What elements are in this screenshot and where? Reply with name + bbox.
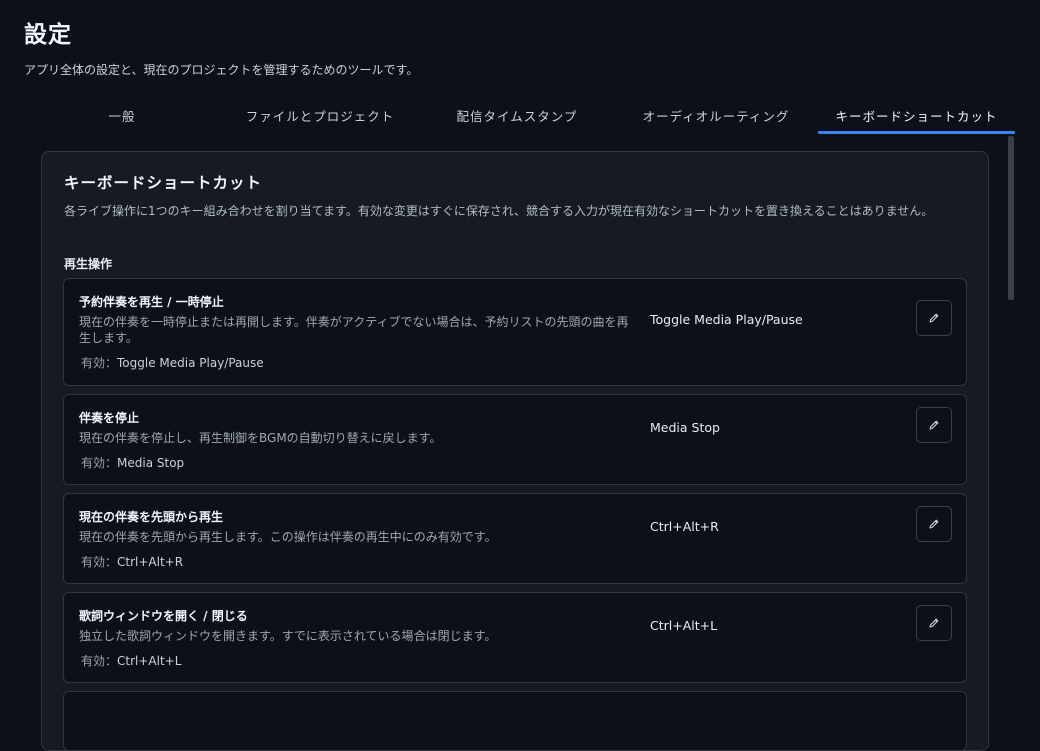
- active-value: Media Stop: [117, 456, 185, 470]
- shortcut-item-play-pause: 予約伴奏を再生 / 一時停止 現在の伴奏を一時停止または再開します。伴奏がアクテ…: [63, 278, 967, 386]
- pencil-icon: [929, 618, 939, 628]
- edit-shortcut-button[interactable]: [916, 605, 952, 641]
- shortcut-item-next: [63, 691, 967, 751]
- tab-keyboard-shortcuts[interactable]: キーボードショートカット: [818, 96, 1015, 134]
- shortcut-active-binding: 有効：Media Stop: [81, 454, 184, 471]
- shortcut-item-stop: 伴奏を停止 現在の伴奏を停止し、再生制御をBGMの自動切り替えに戻します。 有効…: [63, 394, 967, 485]
- shortcut-active-binding: 有効：Toggle Media Play/Pause: [81, 354, 264, 371]
- scrollbar-thumb[interactable]: [1008, 136, 1014, 300]
- active-value: Toggle Media Play/Pause: [117, 356, 264, 370]
- shortcut-name: 予約伴奏を再生 / 一時停止: [79, 295, 224, 309]
- shortcut-key: Ctrl+Alt+L: [650, 618, 718, 633]
- pencil-icon: [929, 519, 939, 529]
- active-prefix: 有効：: [81, 356, 118, 370]
- shortcut-description: 独立した歌詞ウィンドウを開きます。すでに表示されている場合は閉じます。: [79, 629, 497, 643]
- edit-shortcut-button[interactable]: [916, 506, 952, 542]
- shortcuts-panel: キーボードショートカット 各ライブ操作に1つのキー組み合わせを割り当てます。有効…: [41, 151, 989, 751]
- shortcut-description: 現在の伴奏を一時停止または再開します。伴奏がアクティブでない場合は、予約リストの…: [79, 315, 629, 345]
- pencil-icon: [929, 313, 939, 323]
- active-prefix: 有効：: [81, 654, 118, 668]
- page-title: 設定: [24, 22, 72, 48]
- tab-audio-routing[interactable]: オーディオルーティング: [614, 96, 818, 134]
- shortcut-active-binding: 有効：Ctrl+Alt+L: [81, 652, 181, 669]
- settings-tabs: 一般 ファイルとプロジェクト 配信タイムスタンプ オーディオルーティング キーボ…: [24, 96, 1016, 134]
- edit-shortcut-button[interactable]: [916, 300, 952, 336]
- tab-stream-timestamps[interactable]: 配信タイムスタンプ: [420, 96, 614, 134]
- shortcut-active-binding: 有効：Ctrl+Alt+R: [81, 553, 183, 570]
- panel-description: 各ライブ操作に1つのキー組み合わせを割り当てます。有効な変更はすぐに保存され、競…: [64, 204, 934, 218]
- scrollbar[interactable]: [1008, 134, 1014, 720]
- active-prefix: 有効：: [81, 555, 118, 569]
- shortcut-description: 現在の伴奏を先頭から再生します。この操作は伴奏の再生中にのみ有効です。: [79, 530, 497, 544]
- shortcut-item-restart: 現在の伴奏を先頭から再生 現在の伴奏を先頭から再生します。この操作は伴奏の再生中…: [63, 493, 967, 584]
- active-prefix: 有効：: [81, 456, 118, 470]
- pencil-icon: [929, 420, 939, 430]
- shortcut-name: 歌詞ウィンドウを開く / 閉じる: [79, 609, 248, 623]
- shortcut-name: 伴奏を停止: [79, 411, 140, 425]
- edit-shortcut-button[interactable]: [916, 407, 952, 443]
- active-value: Ctrl+Alt+L: [117, 654, 182, 668]
- shortcut-key: Ctrl+Alt+R: [650, 519, 719, 534]
- shortcut-key: Toggle Media Play/Pause: [650, 312, 803, 327]
- shortcut-description: 現在の伴奏を停止し、再生制御をBGMの自動切り替えに戻します。: [79, 431, 442, 445]
- tab-files-and-project[interactable]: ファイルとプロジェクト: [220, 96, 420, 134]
- page-subtitle: アプリ全体の設定と、現在のプロジェクトを管理するためのツールです。: [24, 63, 419, 77]
- shortcut-name: 現在の伴奏を先頭から再生: [79, 510, 224, 524]
- shortcut-key: Media Stop: [650, 420, 720, 435]
- tab-general[interactable]: 一般: [24, 96, 220, 134]
- shortcut-item-lyrics-window: 歌詞ウィンドウを開く / 閉じる 独立した歌詞ウィンドウを開きます。すでに表示さ…: [63, 592, 967, 683]
- panel-title: キーボードショートカット: [64, 174, 263, 192]
- active-value: Ctrl+Alt+R: [117, 555, 184, 569]
- page-header: 設定 アプリ全体の設定と、現在のプロジェクトを管理するためのツールです。: [24, 20, 1004, 78]
- section-label-playback: 再生操作: [64, 257, 113, 271]
